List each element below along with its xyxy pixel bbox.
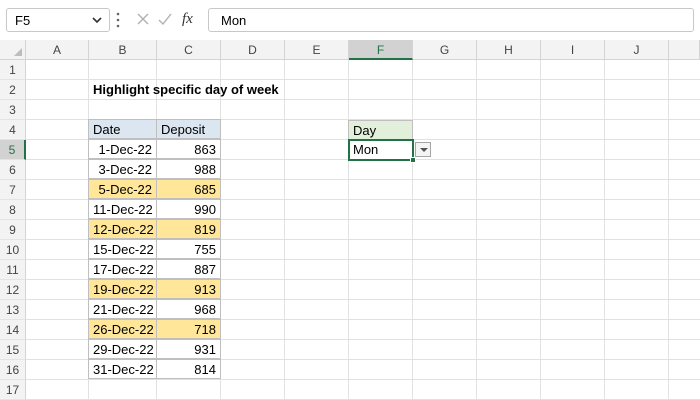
column-header-next[interactable] xyxy=(669,40,700,60)
row-header-4[interactable]: 4 xyxy=(0,120,26,140)
dropdown-arrow-icon xyxy=(420,148,428,152)
row-header-6[interactable]: 6 xyxy=(0,160,26,180)
name-box[interactable]: F5 xyxy=(6,8,110,32)
table-cell-deposit-highlighted[interactable]: 718 xyxy=(156,319,221,339)
day-label[interactable]: Day xyxy=(348,120,413,140)
column-header-d[interactable]: D xyxy=(221,40,285,60)
row-header-13[interactable]: 13 xyxy=(0,300,26,320)
worksheet: A B C D E F G H I J 1 2 3 4 5 6 7 8 9 10… xyxy=(0,40,700,400)
fx-icon[interactable]: fx xyxy=(181,9,199,30)
row-header-16[interactable]: 16 xyxy=(0,360,26,380)
row-header-15[interactable]: 15 xyxy=(0,340,26,360)
table-header-date[interactable]: Date xyxy=(88,119,157,139)
table-cell-date-highlighted[interactable]: 12-Dec-22 xyxy=(88,219,157,239)
table-cell-deposit[interactable]: 988 xyxy=(156,159,221,179)
cancel-icon[interactable] xyxy=(135,11,151,30)
row-header-17[interactable]: 17 xyxy=(0,380,26,400)
formula-input[interactable]: Mon xyxy=(208,8,694,32)
table-cell-date-highlighted[interactable]: 26-Dec-22 xyxy=(88,319,157,339)
table-cell-date[interactable]: 31-Dec-22 xyxy=(88,359,157,379)
formula-bar: F5 fx Mon xyxy=(0,0,700,40)
chevron-down-icon[interactable] xyxy=(90,12,104,31)
column-header-i[interactable]: I xyxy=(541,40,605,60)
row-header-7[interactable]: 7 xyxy=(0,180,26,200)
table-cell-deposit-highlighted[interactable]: 913 xyxy=(156,279,221,299)
column-header-a[interactable]: A xyxy=(26,40,89,60)
table-cell-date[interactable]: 3-Dec-22 xyxy=(88,159,157,179)
name-box-value: F5 xyxy=(15,13,31,28)
cell-grid[interactable]: Highlight specific day of week Date Depo… xyxy=(26,60,700,400)
row-header-8[interactable]: 8 xyxy=(0,200,26,220)
column-header-j[interactable]: J xyxy=(605,40,669,60)
table-cell-date-highlighted[interactable]: 19-Dec-22 xyxy=(88,279,157,299)
table-cell-date-highlighted[interactable]: 5-Dec-22 xyxy=(88,179,157,199)
table-cell-deposit[interactable]: 931 xyxy=(156,339,221,359)
more-vertical-icon[interactable] xyxy=(114,10,122,33)
svg-text:fx: fx xyxy=(182,11,193,27)
table-header-deposit[interactable]: Deposit xyxy=(156,119,221,139)
column-header-h[interactable]: H xyxy=(477,40,541,60)
table-cell-date[interactable]: 15-Dec-22 xyxy=(88,239,157,259)
fill-handle[interactable] xyxy=(410,157,416,163)
formula-text: Mon xyxy=(221,13,247,28)
table-cell-deposit[interactable]: 887 xyxy=(156,259,221,279)
column-header-e[interactable]: E xyxy=(285,40,349,60)
table-cell-date[interactable]: 1-Dec-22 xyxy=(88,139,157,159)
column-header-g[interactable]: G xyxy=(413,40,477,60)
row-header-10[interactable]: 10 xyxy=(0,240,26,260)
table-cell-deposit[interactable]: 990 xyxy=(156,199,221,219)
formula-bar-controls: fx xyxy=(131,8,201,32)
row-header-12[interactable]: 12 xyxy=(0,280,26,300)
select-all-corner[interactable] xyxy=(0,40,26,60)
dropdown-button[interactable] xyxy=(415,142,431,157)
row-header-5[interactable]: 5 xyxy=(0,140,26,160)
column-header-f[interactable]: F xyxy=(349,40,413,60)
table-cell-deposit[interactable]: 755 xyxy=(156,239,221,259)
table-cell-deposit[interactable]: 968 xyxy=(156,299,221,319)
table-cell-date[interactable]: 21-Dec-22 xyxy=(88,299,157,319)
row-header-3[interactable]: 3 xyxy=(0,100,26,120)
row-header-9[interactable]: 9 xyxy=(0,220,26,240)
table-cell-deposit-highlighted[interactable]: 819 xyxy=(156,219,221,239)
table-cell-deposit-highlighted[interactable]: 685 xyxy=(156,179,221,199)
table-cell-date[interactable]: 29-Dec-22 xyxy=(88,339,157,359)
table-cell-deposit[interactable]: 814 xyxy=(156,359,221,379)
row-header-11[interactable]: 11 xyxy=(0,260,26,280)
row-header-1[interactable]: 1 xyxy=(0,60,26,80)
day-input-cell[interactable]: Mon xyxy=(348,139,414,161)
row-header-14[interactable]: 14 xyxy=(0,320,26,340)
enter-icon[interactable] xyxy=(157,11,173,30)
column-header-b[interactable]: B xyxy=(89,40,157,60)
table-cell-date[interactable]: 11-Dec-22 xyxy=(88,199,157,219)
row-header-2[interactable]: 2 xyxy=(0,80,26,100)
column-header-c[interactable]: C xyxy=(157,40,221,60)
table-cell-date[interactable]: 17-Dec-22 xyxy=(88,259,157,279)
table-cell-deposit[interactable]: 863 xyxy=(156,139,221,159)
sheet-title[interactable]: Highlight specific day of week xyxy=(89,80,283,100)
